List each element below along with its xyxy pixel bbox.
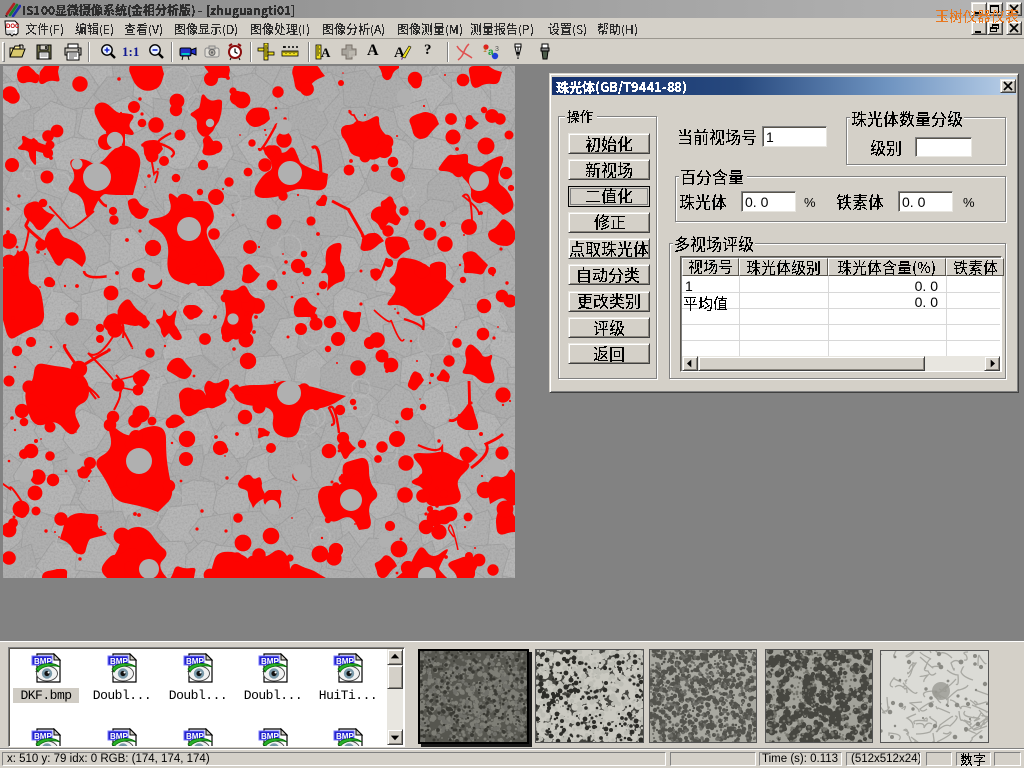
svg-text:3: 3 [495, 46, 499, 53]
svg-text:DOC: DOC [6, 24, 19, 30]
svg-text:a: a [488, 47, 494, 58]
svg-text:A: A [394, 45, 405, 61]
svg-text:A: A [321, 45, 331, 60]
svg-text:1: 1 [483, 47, 487, 54]
